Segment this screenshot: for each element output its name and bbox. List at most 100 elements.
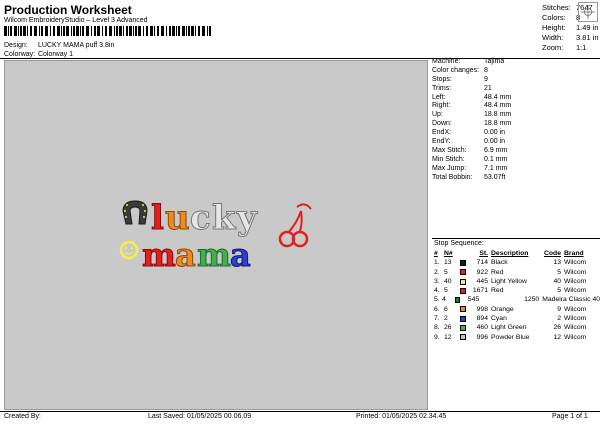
info-row: Up: 18.8 mm (432, 111, 600, 120)
table-row: 7. 2 894 Cyan 2 Wilcom (434, 314, 600, 323)
colorway-row: Colorway: Colorway 1 (4, 51, 73, 58)
color-swatch (460, 315, 466, 322)
row-index: 7. (434, 315, 440, 323)
header-stitches: St. (479, 250, 488, 257)
svg-text:l: l (151, 198, 164, 238)
row-stitches: 894 (476, 315, 488, 323)
color-swatch (460, 306, 466, 313)
divider (432, 238, 600, 239)
row-brand: Wilcom (564, 305, 587, 313)
info-value: 48.4 mm (484, 102, 512, 110)
row-description: Powder Blue (491, 333, 530, 341)
header-needle: N# (444, 250, 453, 257)
stop-sequence-title: Stop Sequence: (434, 240, 484, 247)
info-label: Down: (432, 120, 452, 128)
row-index: 6. (434, 305, 440, 313)
row-code: 1250 (524, 296, 540, 304)
info-row: Machine: Tajima (432, 58, 600, 67)
divider (0, 411, 600, 412)
info-label: Left: (432, 93, 446, 101)
info-row: Max Stitch: 6.9 mm (432, 147, 600, 156)
row-code: 2 (557, 315, 561, 323)
row-index: 8. (434, 324, 440, 332)
row-brand: Wilcom (564, 277, 587, 285)
row-stitches: 922 (476, 268, 488, 276)
row-index: 1. (434, 259, 440, 267)
svg-text:c: c (190, 198, 211, 238)
row-stitches: 714 (476, 259, 488, 267)
info-label: EndY: (432, 138, 451, 146)
stat-value: 1:1 (576, 43, 587, 52)
stop-sequence-table: # N# St. Description Code Brand 1. 13 714 B… (434, 249, 600, 342)
info-value: 0.00 in (484, 138, 506, 146)
color-swatch (460, 269, 466, 276)
stat-value: 1.49 in (576, 23, 599, 32)
info-value: 6.9 mm (484, 146, 508, 154)
color-swatch (455, 297, 461, 304)
info-row: Total Bobbin: 53.07ft (432, 174, 600, 183)
info-value: 0.1 mm (484, 155, 508, 163)
info-label: Color changes: (432, 66, 480, 74)
info-label: Total Bobbin: (432, 173, 473, 181)
row-description: Red (491, 268, 504, 276)
svg-text:a: a (175, 236, 196, 274)
software-name: Wilcom EmbroideryStudio – Level 3 Advanc… (4, 17, 148, 24)
table-row: 5. 4 545 1250 Madeira Classic 40 (434, 295, 600, 304)
info-row: Down: 18.8 mm (432, 120, 600, 129)
last-saved: Last Saved: 01/05/2025 00.06.09 (148, 413, 252, 420)
info-value: 9 (484, 75, 488, 83)
row-index: 9. (434, 333, 440, 341)
info-value: 21 (484, 84, 492, 92)
stat-label: Width: (542, 33, 564, 42)
row-needle: 4 (442, 296, 446, 304)
header-description: Description (491, 250, 529, 257)
info-value: 7.1 mm (484, 164, 508, 172)
row-description: Red (491, 287, 504, 295)
cherry-icon (278, 203, 312, 248)
stat-value: 3.81 in (576, 33, 599, 42)
info-value: 0.00 in (484, 129, 506, 137)
color-swatch (460, 259, 466, 266)
row-brand: Wilcom (564, 268, 587, 276)
row-brand: Wilcom (564, 287, 587, 295)
page-title: Production Worksheet (4, 3, 132, 17)
table-row: 9. 12 996 Powder Blue 12 Wilcom (434, 333, 600, 342)
design-value: LUCKY MAMA puff 3.8in (37, 42, 115, 49)
info-row: Left: 48.4 mm (432, 94, 600, 103)
design-preview: l u c k y m a m a (4, 60, 428, 410)
page-number: Page 1 of 1 (552, 413, 588, 420)
row-needle: 5 (444, 287, 448, 295)
row-index: 3. (434, 277, 440, 285)
stat-label: Zoom: (542, 43, 564, 52)
row-description: Light Green (491, 324, 527, 332)
info-label: EndX: (432, 129, 452, 137)
info-row: Min Stitch: 0.1 mm (432, 156, 600, 165)
svg-text:m: m (142, 236, 176, 274)
row-description: Orange (491, 305, 514, 313)
row-code: 5 (557, 268, 561, 276)
table-body: 1. 13 714 Black 13 Wilcom 2. 5 922 Red 5 Wilcom 3. 40… (434, 258, 600, 342)
header-brand: Brand (564, 250, 584, 257)
row-code: 13 (553, 259, 561, 267)
row-brand: Madeira Classic 40 (542, 296, 600, 304)
svg-text:a: a (230, 236, 251, 274)
stat-row: Zoom: 1:1 (542, 43, 599, 53)
row-needle: 5 (444, 268, 448, 276)
info-value: 18.8 mm (484, 111, 512, 119)
row-stitches: 445 (476, 277, 488, 285)
stat-label: Height: (542, 23, 566, 32)
info-value: Tajima (484, 58, 505, 65)
info-row: Max Jump: 7.1 mm (432, 165, 600, 174)
info-label: Min Stitch: (432, 155, 465, 163)
row-needle: 26 (444, 324, 452, 332)
color-swatch (460, 334, 466, 341)
row-code: 40 (553, 277, 561, 285)
row-needle: 12 (444, 333, 452, 341)
info-label: Trims: (432, 84, 452, 92)
row-code: 12 (553, 333, 561, 341)
printed-date: Printed: 01/05/2025 02.34.45 (356, 413, 447, 420)
smiley-icon (119, 240, 139, 260)
color-swatch (460, 278, 466, 285)
created-by: Created By: (4, 413, 41, 420)
info-label: Stops: (432, 75, 452, 83)
